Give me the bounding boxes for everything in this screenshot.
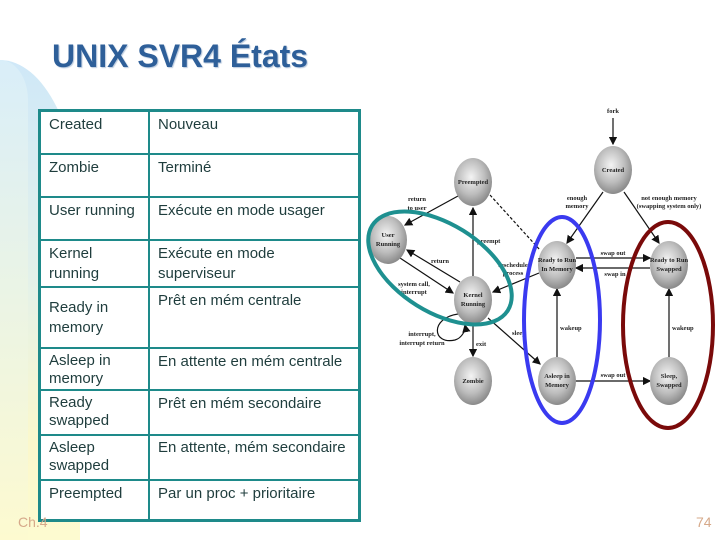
chapter-label: Ch.4 xyxy=(18,514,48,530)
svg-text:Memory: Memory xyxy=(545,382,570,389)
label-fork: fork xyxy=(607,108,619,115)
label-swap-out-asleep: swap out xyxy=(601,372,627,379)
label-wakeup-swapped: wakeup xyxy=(672,325,694,332)
svg-text:User: User xyxy=(382,232,395,239)
label-wakeup-memory: wakeup xyxy=(560,325,582,332)
label-swapping-only: (swapping system only) xyxy=(637,203,702,210)
svg-text:Preempted: Preempted xyxy=(458,179,489,186)
node-created: Created xyxy=(594,146,632,194)
label-exit: exit xyxy=(476,341,487,348)
svg-text:Zombie: Zombie xyxy=(462,378,483,385)
label-not-enough-memory: not enough memory xyxy=(641,195,697,202)
svg-text:Swapped: Swapped xyxy=(656,266,682,273)
node-preempted: Preempted xyxy=(454,158,492,206)
label-swap-out: swap out xyxy=(601,250,627,257)
node-ready-swapped: Ready to Run Swapped xyxy=(650,241,689,289)
svg-text:Ready to Run: Ready to Run xyxy=(650,257,689,264)
label-return-to-user: return xyxy=(408,196,426,203)
process-state-diagram: Preempted Created User Running Kernel Ru… xyxy=(366,108,715,430)
svg-text:Running: Running xyxy=(376,241,401,248)
svg-text:Swapped: Swapped xyxy=(656,382,682,389)
label-swap-in: swap in xyxy=(604,271,626,278)
svg-text:Created: Created xyxy=(602,167,625,174)
page-number: 74 xyxy=(696,514,712,530)
edge-kernel-user-return xyxy=(405,249,461,283)
label-syscall: system call, xyxy=(398,281,430,288)
svg-text:Running: Running xyxy=(461,301,486,308)
svg-text:Kernel: Kernel xyxy=(463,292,482,299)
label-enough-memory: enough xyxy=(567,195,588,202)
svg-text:Ready to Run: Ready to Run xyxy=(538,257,577,264)
label-interrupt: interrupt, xyxy=(408,331,436,338)
label-return: return xyxy=(431,258,449,265)
node-sleep-swapped: Sleep, Swapped xyxy=(650,357,688,405)
node-asleep-memory: Asleep in Memory xyxy=(538,357,576,405)
node-zombie: Zombie xyxy=(454,357,492,405)
label-enough-memory-2: memory xyxy=(565,203,589,210)
node-kernel-running: Kernel Running xyxy=(454,276,492,324)
svg-text:In Memory: In Memory xyxy=(541,266,573,273)
edge-sleep xyxy=(487,317,541,365)
svg-text:Sleep,: Sleep, xyxy=(661,373,678,380)
node-ready-memory: Ready to Run In Memory xyxy=(538,241,577,289)
svg-text:Asleep in: Asleep in xyxy=(544,373,570,380)
label-interrupt-return: interrupt return xyxy=(399,340,445,347)
